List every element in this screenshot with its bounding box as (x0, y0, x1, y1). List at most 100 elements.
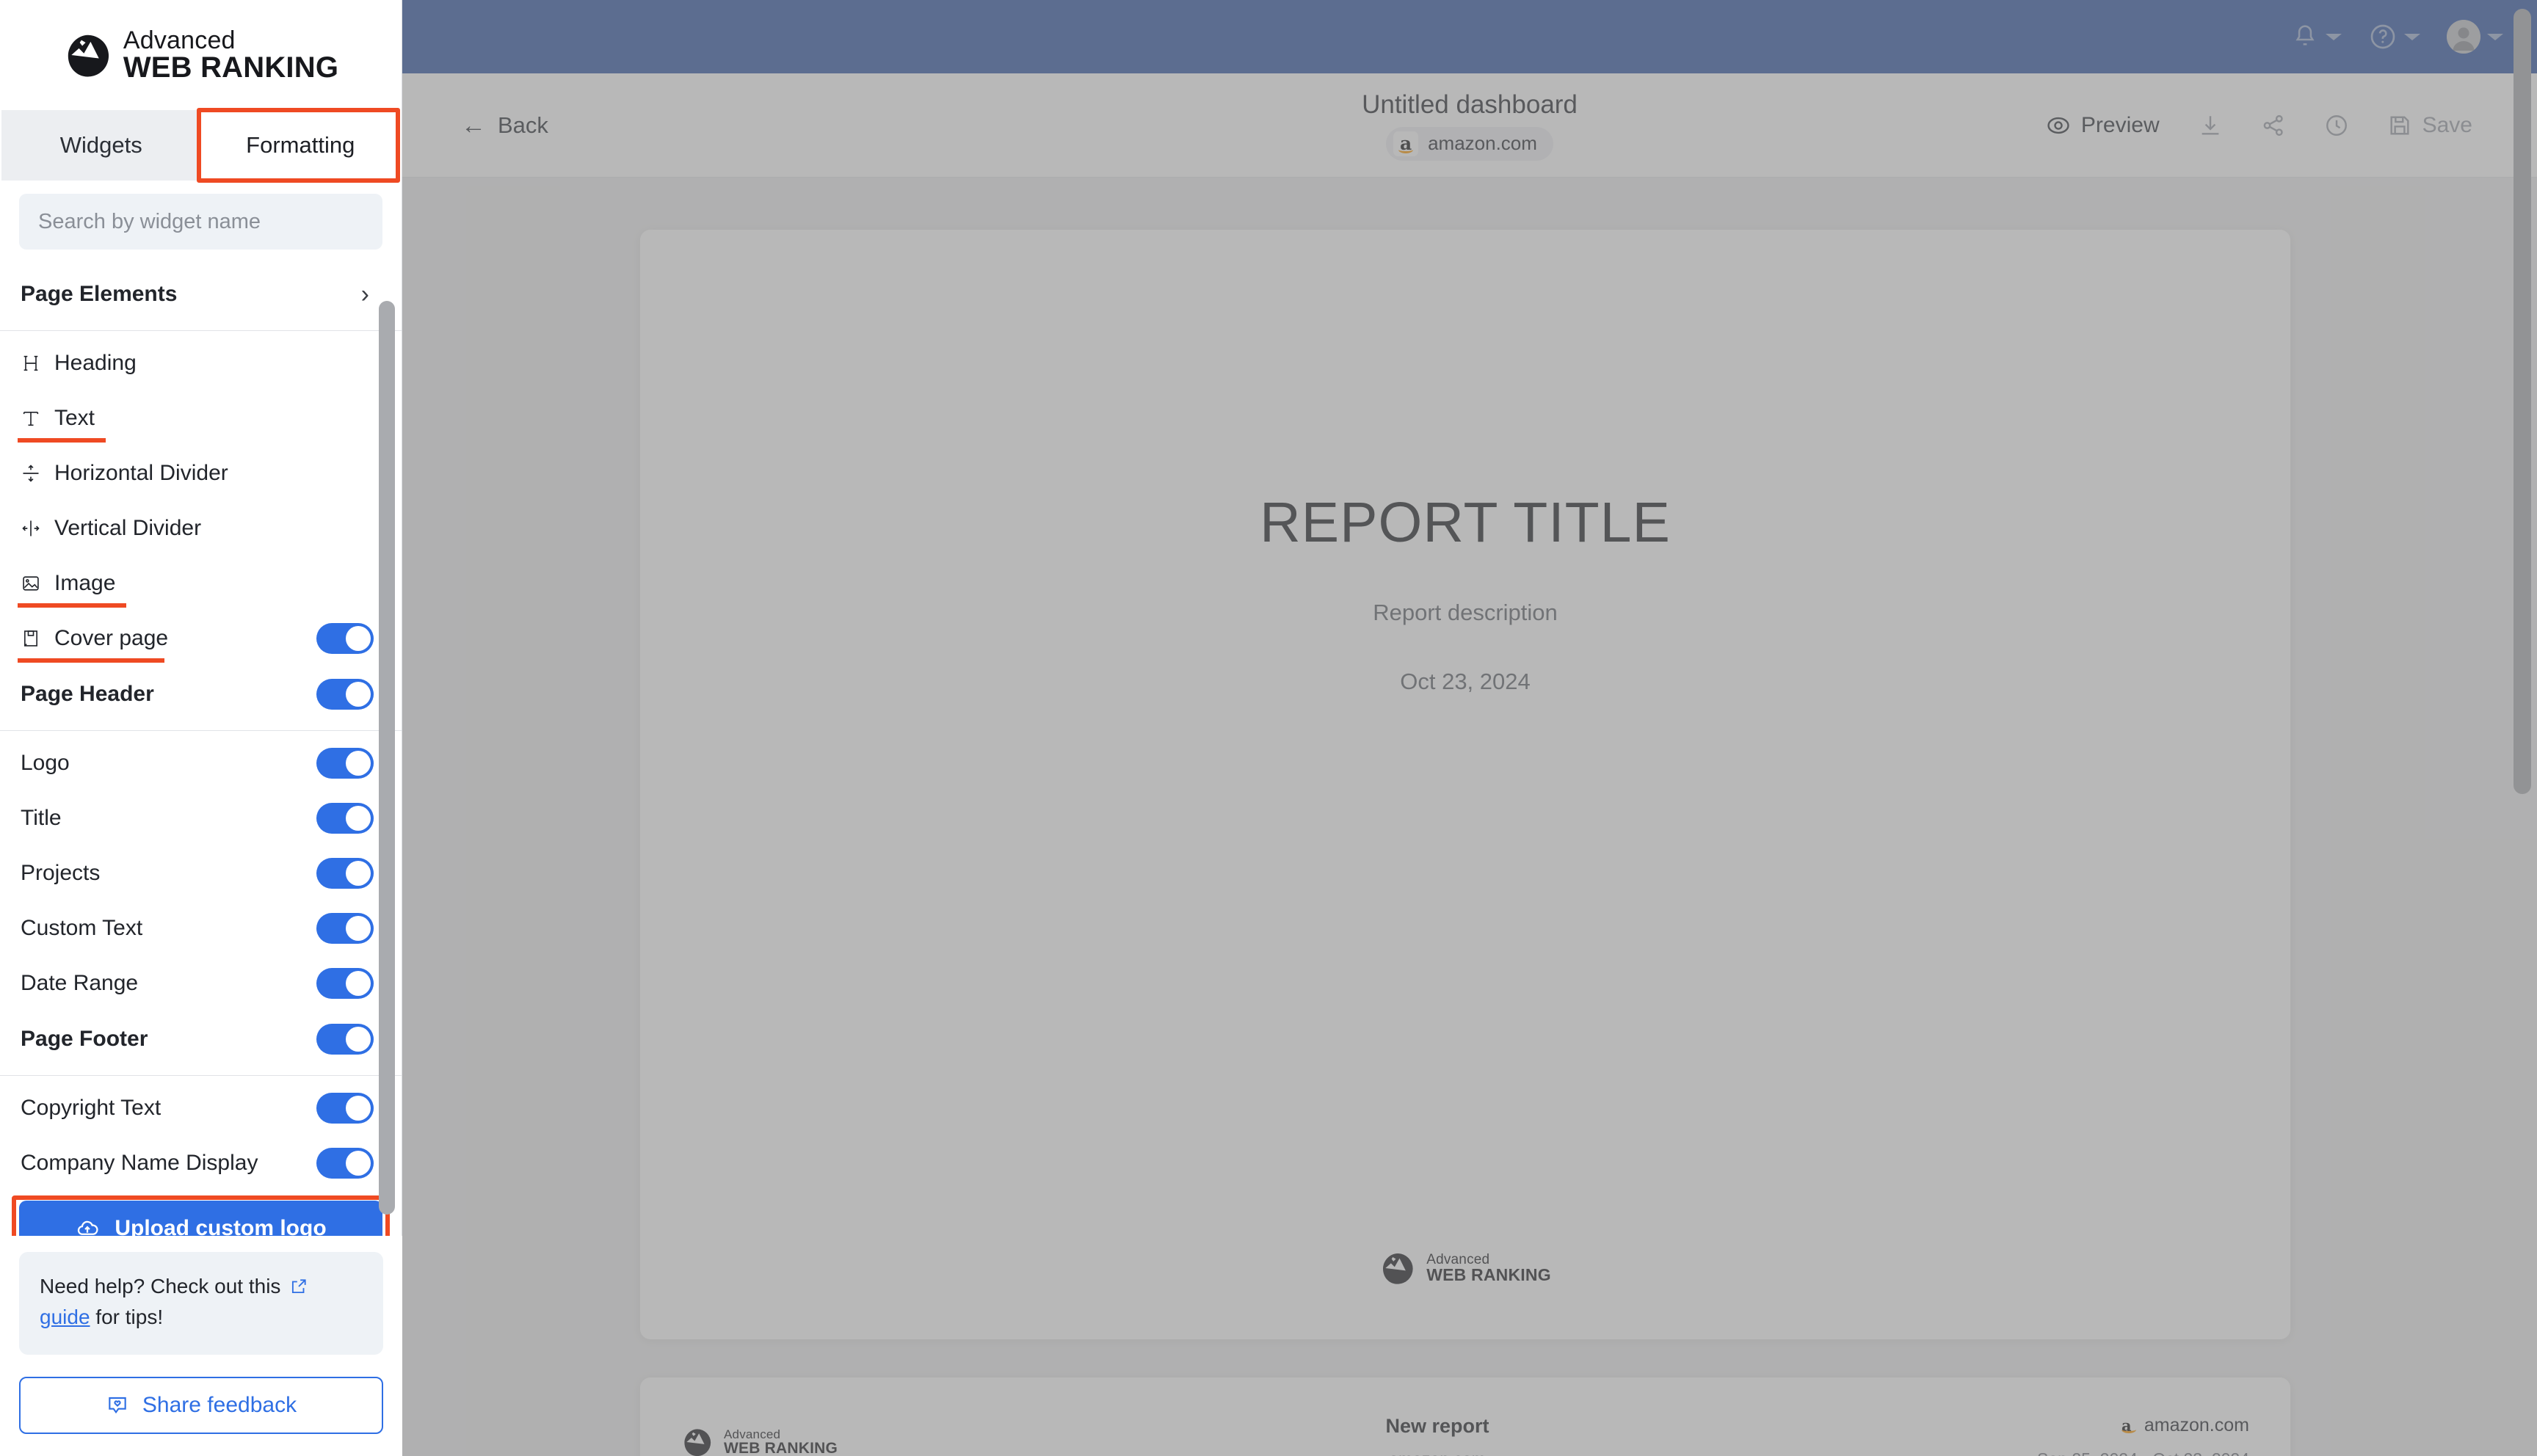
sidebar-item-text[interactable]: Text (0, 390, 402, 445)
sidebar-item-title[interactable]: Title (0, 790, 402, 845)
help-guide-link[interactable]: guide (40, 1306, 90, 1328)
upload-wrapper: Upload custom logo (0, 1190, 402, 1236)
sidebar-item-label: Image (54, 570, 116, 595)
chevron-down-icon (2326, 33, 2342, 40)
image-item-highlight (18, 603, 126, 608)
sidebar-item-label: Company Name Display (21, 1150, 258, 1175)
sidebar-item-vertical-divider[interactable]: Vertical Divider (0, 500, 402, 556)
awr-globe-icon (63, 30, 113, 80)
page-footer-toggle[interactable] (316, 1024, 374, 1055)
sidebar-item-company-name-display[interactable]: Company Name Display (0, 1135, 402, 1190)
sidebar-item-horizontal-divider[interactable]: Horizontal Divider (0, 445, 402, 500)
preview-button[interactable]: Preview (2027, 113, 2179, 138)
report-date[interactable]: Oct 23, 2024 (1400, 669, 1531, 695)
app-vertical-scrollbar[interactable] (2514, 9, 2531, 794)
help-button[interactable] (2368, 22, 2420, 51)
tab-formatting[interactable]: Formatting (200, 110, 400, 181)
sidebar-item-custom-text[interactable]: Custom Text (0, 900, 402, 956)
dashboard-toolbar: ← Back Untitled dashboard a amazon.com P… (402, 73, 2537, 178)
sidebar-item-copyright-text[interactable]: Copyright Text (0, 1080, 402, 1135)
sidebar-item-label: Date Range (21, 970, 139, 995)
sidebar-item-image[interactable]: Image (0, 556, 402, 611)
report-description[interactable]: Report description (1373, 600, 1558, 626)
projects-toggle[interactable] (316, 857, 374, 889)
search-input[interactable]: Search by widget name (19, 194, 382, 250)
sidebar-item-cover-page[interactable]: Cover page (0, 611, 402, 666)
feedback-button-label: Share feedback (142, 1393, 297, 1417)
sidebar-item-label: Logo (21, 750, 70, 775)
top-navigation-bar (402, 0, 2537, 73)
sidebar-item-label: Vertical Divider (54, 515, 202, 540)
sidebar-item-date-range[interactable]: Date Range (0, 956, 402, 1011)
tab-widgets[interactable]: Widgets (1, 110, 201, 181)
site-chip-label: amazon.com (1428, 132, 1537, 154)
text-icon (21, 408, 54, 429)
help-text-after: for tips! (95, 1306, 164, 1328)
footer-logo-top: Advanced (724, 1427, 781, 1441)
copyright-text-toggle[interactable] (316, 1092, 374, 1124)
account-menu[interactable] (2447, 20, 2503, 54)
upload-custom-logo-button[interactable]: Upload custom logo (19, 1201, 382, 1236)
sidebar-item-label: Title (21, 805, 62, 830)
toolbar-actions: Preview Save (2027, 113, 2491, 138)
date-range-toggle[interactable] (316, 967, 374, 999)
section-page-elements[interactable]: Page Elements › (0, 266, 402, 323)
cover-page-item-highlight (18, 658, 164, 663)
title-toggle[interactable] (316, 802, 374, 834)
sidebar-scrollbar[interactable] (379, 301, 395, 1215)
cover-page-toggle[interactable] (316, 622, 374, 654)
formatting-sidebar: Advanced WEB RANKING Widgets Formatting … (0, 0, 402, 1236)
history-clock-icon (2324, 113, 2349, 138)
section-page-footer[interactable]: Page Footer (0, 1011, 402, 1068)
sidebar-item-label: Projects (21, 860, 101, 885)
page-title[interactable]: Untitled dashboard (1362, 90, 1578, 120)
history-button[interactable] (2305, 113, 2368, 138)
sidebar-item-label: Heading (54, 350, 137, 375)
sidebar-logo[interactable]: Advanced WEB RANKING (0, 0, 402, 110)
section-page-header[interactable]: Page Header (0, 666, 402, 723)
help-circle-icon (2368, 22, 2398, 51)
save-button[interactable]: Save (2368, 113, 2491, 138)
report-canvas: REPORT TITLE Report description Oct 23, … (402, 178, 2537, 1456)
amazon-icon: a (1393, 131, 1419, 156)
report-title[interactable]: REPORT TITLE (1260, 490, 1671, 556)
section-title: Page Footer (21, 1027, 148, 1051)
custom-text-toggle[interactable] (316, 912, 374, 944)
share-feedback-button[interactable]: Share feedback (19, 1377, 383, 1434)
page-footer-logo: Advanced WEB RANKING (681, 1426, 838, 1456)
sidebar-item-heading[interactable]: Heading (0, 335, 402, 390)
sidebar-scroll-region: Page Elements › Heading Text Horizontal … (0, 266, 402, 1236)
horizontal-divider-icon (21, 463, 54, 484)
sidebar-logo-top: Advanced (123, 26, 236, 54)
cloud-upload-icon (75, 1216, 100, 1236)
sidebar-bottom-panel: Need help? Check out this guide for tips… (0, 1236, 402, 1456)
notifications-button[interactable] (2291, 22, 2342, 51)
page-footer-title: New report (1385, 1415, 1489, 1437)
sidebar-item-projects[interactable]: Projects (0, 845, 402, 900)
page-footer-site: a amazon.com (2037, 1415, 2249, 1436)
external-link-icon (289, 1277, 308, 1296)
page-footer-sheet[interactable]: Advanced WEB RANKING New report amazon.c… (640, 1377, 2290, 1456)
share-button[interactable] (2242, 113, 2305, 138)
cover-page-sheet[interactable]: REPORT TITLE Report description Oct 23, … (640, 230, 2290, 1339)
sidebar-item-logo[interactable]: Logo (0, 735, 402, 790)
awr-logo-bottom: WEB RANKING (1426, 1265, 1551, 1284)
sidebar-logo-bottom: WEB RANKING (123, 51, 339, 84)
sidebar-item-label: Copyright Text (21, 1095, 161, 1120)
sidebar-tabs: Widgets Formatting (0, 108, 402, 183)
help-text-before: Need help? Check out this (40, 1275, 281, 1297)
download-button[interactable] (2179, 113, 2242, 138)
cover-page-icon (21, 628, 54, 649)
site-chip[interactable]: a amazon.com (1386, 126, 1553, 161)
section-title: Page Elements (21, 282, 178, 306)
sidebar-item-label: Cover page (54, 625, 169, 650)
notifications-bell-icon (2291, 22, 2319, 51)
divider (0, 730, 402, 731)
page-header-toggle[interactable] (316, 679, 374, 710)
company-name-display-toggle[interactable] (316, 1147, 374, 1179)
preview-label: Preview (2080, 112, 2160, 137)
vertical-divider-icon (21, 518, 54, 539)
chevron-down-icon (2487, 33, 2503, 40)
chevron-right-icon[interactable]: › (361, 280, 369, 309)
logo-toggle[interactable] (316, 747, 374, 779)
